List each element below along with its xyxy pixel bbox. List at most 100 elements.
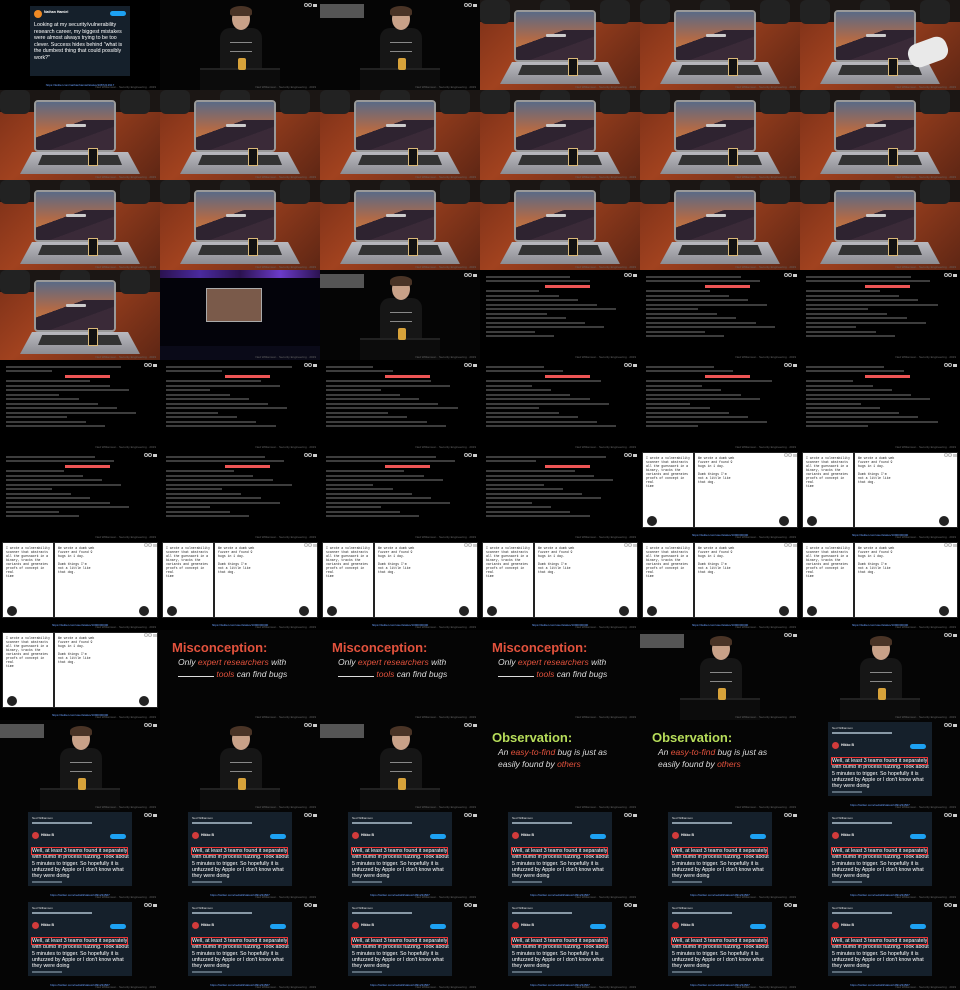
follow-button[interactable]: [590, 924, 606, 929]
video-frame-laptop[interactable]: Ned Williamson · Security Engineering · …: [640, 0, 800, 90]
follow-button[interactable]: [750, 834, 766, 839]
follow-button[interactable]: [910, 744, 926, 749]
video-frame-mis[interactable]: Misconception: Only expert researchers wi…: [320, 630, 480, 720]
tweet-text: Well, at least 3 teams found it separate…: [350, 937, 450, 970]
slide-text: Only: [178, 657, 198, 667]
video-frame-laptop[interactable]: Ned Williamson · Security Engineering · …: [160, 180, 320, 270]
video-frame-comic[interactable]: I wrote a vulnerability scanner that abs…: [0, 540, 160, 630]
video-frame-comic[interactable]: I wrote a vulnerability scanner that abs…: [160, 540, 320, 630]
video-frame-term[interactable]: Ned Williamson · Security Engineering · …: [800, 270, 960, 360]
follow-button[interactable]: [590, 834, 606, 839]
follow-button[interactable]: [270, 924, 286, 929]
video-frame-term[interactable]: Ned Williamson · Security Engineering · …: [320, 360, 480, 450]
tweet-date: [512, 971, 542, 973]
follow-button[interactable]: [430, 924, 446, 929]
video-frame-tweet[interactable]: Ned Williamson Hikko B Well, at least 3 te…: [320, 900, 480, 990]
video-frame-laptop[interactable]: Ned Williamson · Security Engineering · …: [800, 180, 960, 270]
robot-icon: [779, 516, 789, 526]
follow-button[interactable]: [110, 11, 126, 16]
video-frame-tweet[interactable]: Ned Williamson Hikko B Well, at least 3 te…: [800, 810, 960, 900]
video-frame-tweet[interactable]: Ned Williamson Hikko B Well, at least 3 te…: [0, 900, 160, 990]
video-frame-comic[interactable]: I wrote a vulnerability scanner that abs…: [800, 540, 960, 630]
video-frame-term[interactable]: Ned Williamson · Security Engineering · …: [640, 360, 800, 450]
video-frame-laptop[interactable]: Ned Williamson · Security Engineering · …: [800, 90, 960, 180]
conference-logo-icon: [144, 813, 157, 817]
follow-button[interactable]: [430, 834, 446, 839]
video-frame-mis[interactable]: Misconception: Only expert researchers wi…: [160, 630, 320, 720]
follow-button[interactable]: [270, 834, 286, 839]
video-frame-tweet[interactable]: Ned Williamson Hikko B Well, at least 3 te…: [480, 810, 640, 900]
video-frame-tweet[interactable]: Ned Williamson Hikko B Well, at least 3 te…: [160, 810, 320, 900]
video-frame-speaker[interactable]: Ned Williamson · Security Engineering · …: [160, 720, 320, 810]
video-frame-laptop[interactable]: Ned Williamson · Security Engineering · …: [640, 90, 800, 180]
video-frame-term[interactable]: Ned Williamson · Security Engineering · …: [0, 450, 160, 540]
video-frame-term[interactable]: Ned Williamson · Security Engineering · …: [800, 360, 960, 450]
video-frame-tweet[interactable]: Ned Williamson Hikko B Well, at least 3 te…: [480, 900, 640, 990]
video-frame-tweet[interactable]: Ned Williamson Hikko B Well, at least 3 te…: [800, 900, 960, 990]
video-frame-tweet[interactable]: Ned Williamson Hikko B Well, at least 3 te…: [0, 810, 160, 900]
video-frame-obs[interactable]: Observation: An easy-to-find bug is just …: [640, 720, 800, 810]
video-frame-speaker[interactable]: Ned Williamson · Security Engineering · …: [160, 0, 320, 90]
video-frame-term[interactable]: Ned Williamson · Security Engineering · …: [480, 450, 640, 540]
video-frame-speaker[interactable]: Ned Williamson · Security Engineering · …: [320, 720, 480, 810]
video-frame-term[interactable]: Ned Williamson · Security Engineering · …: [640, 270, 800, 360]
video-frame-laptop[interactable]: Ned Williamson · Security Engineering · …: [0, 270, 160, 360]
video-frame-tweet[interactable]: Ned Williamson Hikko B Well, at least 3 te…: [640, 900, 800, 990]
video-frame-term[interactable]: Ned Williamson · Security Engineering · …: [320, 450, 480, 540]
comic-right-text: We wrote a dumb web fuzzer and found 9 b…: [698, 456, 735, 484]
video-frame-comic[interactable]: I wrote a vulnerability scanner that abs…: [800, 450, 960, 540]
video-frame-term[interactable]: Ned Williamson · Security Engineering · …: [160, 450, 320, 540]
video-frame-laptop[interactable]: Ned Williamson · Security Engineering · …: [160, 90, 320, 180]
terminal-line: [326, 455, 436, 458]
comic-panel-right: We wrote a dumb web fuzzer and found 9 b…: [54, 632, 158, 708]
video-frame-laptop[interactable]: Ned Williamson · Security Engineering · …: [480, 0, 640, 90]
chair: [480, 180, 510, 204]
video-frame-comic[interactable]: I wrote a vulnerability scanner that abs…: [0, 630, 160, 720]
video-frame-term[interactable]: Ned Williamson · Security Engineering · …: [480, 360, 640, 450]
video-frame-speaker[interactable]: Ned Williamson · Security Engineering · …: [640, 630, 800, 720]
video-frame-tweet[interactable]: Ned Williamson Hikko B Well, at least 3 te…: [800, 720, 960, 810]
video-frame-laptop[interactable]: Ned Williamson · Security Engineering · …: [480, 180, 640, 270]
terminal-line: [486, 398, 590, 400]
logo-bar: [952, 363, 957, 367]
video-frame-laptop[interactable]: Ned Williamson · Security Engineering · …: [0, 90, 160, 180]
video-frame-laptop-hand[interactable]: Ned Williamson · Security Engineering · …: [800, 0, 960, 90]
video-frame-laptop[interactable]: Ned Williamson · Security Engineering · …: [0, 180, 160, 270]
follow-button[interactable]: [910, 924, 926, 929]
video-frame-laptop[interactable]: Ned Williamson · Security Engineering · …: [480, 90, 640, 180]
logo-bar: [952, 813, 957, 817]
footer-label: Ned Williamson · Security Engineering · …: [895, 175, 956, 179]
video-frame-speaker[interactable]: Ned Williamson · Security Engineering · …: [0, 720, 160, 810]
video-frame-comic[interactable]: I wrote a vulnerability scanner that abs…: [640, 540, 800, 630]
video-frame-speaker[interactable]: Ned Williamson · Security Engineering · …: [320, 0, 480, 90]
video-frame-speaker[interactable]: Ned Williamson · Security Engineering · …: [320, 270, 480, 360]
video-frame-term[interactable]: Ned Williamson · Security Engineering · …: [0, 360, 160, 450]
follow-button[interactable]: [110, 924, 126, 929]
video-frame-speaker[interactable]: Ned Williamson · Security Engineering · …: [800, 630, 960, 720]
video-frame-laptop[interactable]: Ned Williamson · Security Engineering · …: [640, 180, 800, 270]
video-frame-term[interactable]: Ned Williamson · Security Engineering · …: [480, 270, 640, 360]
follow-button[interactable]: [110, 834, 126, 839]
logo-bar: [632, 543, 637, 547]
follow-button[interactable]: [910, 834, 926, 839]
video-frame-laptop[interactable]: Ned Williamson · Security Engineering · …: [320, 180, 480, 270]
video-frame-obs[interactable]: Observation: An easy-to-find bug is just …: [480, 720, 640, 810]
video-frame-stage[interactable]: Ned Williamson · Security Engineering · …: [160, 270, 320, 360]
conference-logo-icon: [784, 633, 797, 637]
comic-left-text: I wrote a vulnerability scanner that abs…: [646, 546, 690, 578]
video-frame-laptop[interactable]: Ned Williamson · Security Engineering · …: [320, 90, 480, 180]
video-frame-tweet[interactable]: Ned Williamson Hikko B Well, at least 3 te…: [640, 810, 800, 900]
video-frame-tweet1[interactable]: Nathan Hamiel Looking at my security/vuln…: [0, 0, 160, 90]
video-frame-term[interactable]: Ned Williamson · Security Engineering · …: [160, 360, 320, 450]
conference-logo-icon: [144, 453, 157, 457]
footer-label: Ned Williamson · Security Engineering · …: [415, 175, 476, 179]
logo-bar: [152, 363, 157, 367]
video-frame-mis[interactable]: Misconception: Only expert researchers wi…: [480, 630, 640, 720]
follow-button[interactable]: [750, 924, 766, 929]
video-frame-comic[interactable]: I wrote a vulnerability scanner that abs…: [640, 450, 800, 540]
video-frame-comic[interactable]: I wrote a vulnerability scanner that abs…: [480, 540, 640, 630]
video-frame-tweet[interactable]: Ned Williamson Hikko B Well, at least 3 te…: [160, 900, 320, 990]
logo-bar: [312, 453, 317, 457]
video-frame-tweet[interactable]: Ned Williamson Hikko B Well, at least 3 te…: [320, 810, 480, 900]
video-frame-comic[interactable]: I wrote a vulnerability scanner that abs…: [320, 540, 480, 630]
